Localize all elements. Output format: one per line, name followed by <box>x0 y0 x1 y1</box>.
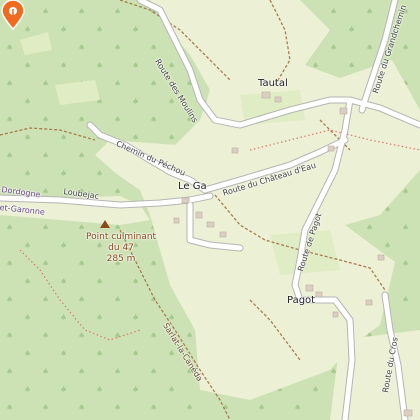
map-pin-icon[interactable] <box>0 0 26 30</box>
building <box>274 96 282 103</box>
building <box>261 91 271 99</box>
building <box>327 145 335 152</box>
building <box>206 221 215 228</box>
building <box>305 284 314 292</box>
peak-name-line2: du 47 <box>108 243 134 253</box>
building <box>332 311 339 318</box>
building <box>365 299 373 306</box>
building <box>181 197 190 204</box>
place-label-pagot: Pagot <box>287 295 316 306</box>
map-viewport[interactable]: ♠ ♠ <box>0 0 420 420</box>
map-canvas: ♠ ♠ <box>0 0 420 420</box>
building <box>231 147 239 154</box>
place-label-le-ga: Le Ga <box>178 181 207 192</box>
place-label-tautal: Tautal <box>258 78 288 89</box>
building <box>195 211 203 219</box>
peak-label: Point culminant du 47 285 m <box>86 233 156 264</box>
building <box>219 231 227 238</box>
peak-elevation: 285 m <box>106 254 136 264</box>
building <box>173 217 180 224</box>
building <box>377 254 385 261</box>
building <box>315 291 323 298</box>
building <box>403 409 413 417</box>
building <box>339 107 348 115</box>
peak-name-line1: Point culminant <box>86 232 157 242</box>
